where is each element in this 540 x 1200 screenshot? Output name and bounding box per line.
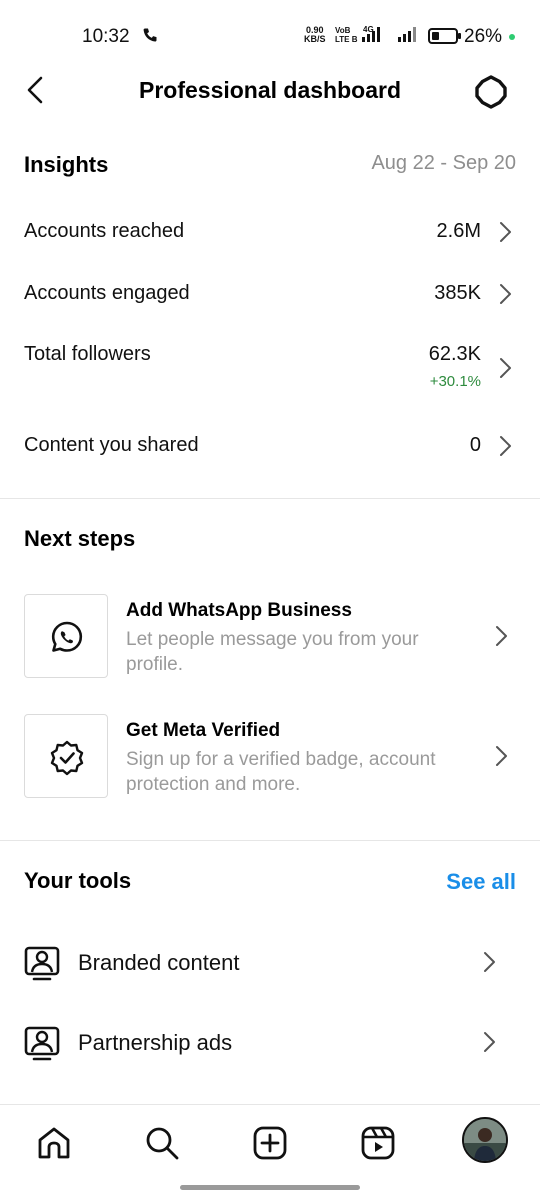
battery-percent: 26% — [464, 26, 503, 47]
section-divider — [0, 498, 540, 499]
chevron-right-icon — [500, 358, 511, 378]
gear-icon — [475, 75, 507, 109]
insights-date-range: Aug 22 - Sep 20 — [371, 152, 516, 174]
metric-value: 0 — [469, 434, 481, 456]
search-icon — [146, 1127, 179, 1160]
metric-label: Accounts reached — [24, 220, 185, 242]
metric-value: 62.3K — [428, 343, 481, 365]
chevron-right-icon — [484, 1032, 495, 1052]
metric-label: Accounts engaged — [24, 282, 190, 304]
app-header: Professional dashboard — [0, 60, 540, 120]
metric-total-followers[interactable]: Total followers 62.3K +30.1% — [0, 341, 540, 413]
metric-label: Total followers — [24, 343, 151, 365]
step-description: Sign up for a verified badge, account pr… — [126, 749, 436, 795]
page-title: Professional dashboard — [138, 77, 401, 103]
metric-accounts-engaged[interactable]: Accounts engaged 385K — [0, 280, 540, 340]
metric-value: 385K — [434, 282, 481, 304]
chevron-right-icon — [500, 436, 511, 456]
next-steps-heading: Next steps — [24, 526, 136, 551]
privacy-indicator-dot — [509, 34, 515, 40]
nav-home[interactable] — [30, 1119, 78, 1167]
nav-create[interactable] — [246, 1119, 294, 1167]
chevron-right-icon — [484, 952, 495, 972]
battery-icon — [428, 28, 462, 49]
next-step-whatsapp-business[interactable]: Add WhatsApp Business Let people message… — [0, 594, 540, 684]
metric-content-shared[interactable]: Content you shared 0 — [0, 432, 540, 492]
home-indicator[interactable] — [180, 1185, 360, 1190]
metric-value: 2.6M — [436, 220, 481, 242]
your-tools-heading: Your tools — [24, 868, 132, 893]
profile-avatar[interactable] — [462, 1117, 508, 1163]
tool-label: Partnership ads — [78, 1030, 233, 1055]
step-title: Get Meta Verified — [126, 720, 281, 741]
verified-badge-icon — [50, 740, 84, 776]
tool-label: Branded content — [78, 950, 240, 975]
step-icon-box — [24, 594, 108, 678]
reels-icon — [361, 1126, 395, 1160]
step-icon-box — [24, 714, 108, 798]
step-title: Add WhatsApp Business — [126, 600, 352, 621]
insights-heading: Insights — [24, 152, 109, 177]
chevron-right-icon — [496, 746, 507, 766]
next-step-meta-verified[interactable]: Get Meta Verified Sign up for a verified… — [0, 714, 540, 804]
profile-photo — [464, 1119, 506, 1161]
partnership-ads-icon — [24, 1026, 60, 1061]
metric-delta: +30.1% — [429, 373, 481, 390]
create-icon — [253, 1126, 287, 1160]
see-all-link[interactable]: See all — [446, 869, 516, 895]
tool-partnership-ads[interactable]: Partnership ads — [0, 1026, 540, 1086]
status-time: 10:32 — [82, 26, 130, 47]
chevron-right-icon — [496, 626, 507, 646]
whatsapp-icon — [51, 621, 83, 652]
metric-label: Content you shared — [24, 434, 199, 456]
settings-button[interactable] — [470, 72, 512, 112]
step-description: Let people message you from your profile… — [126, 629, 419, 675]
nav-search[interactable] — [138, 1119, 186, 1167]
branded-content-icon — [24, 946, 60, 981]
nav-reels[interactable] — [354, 1119, 402, 1167]
metric-accounts-reached[interactable]: Accounts reached 2.6M — [0, 218, 540, 278]
chevron-right-icon — [500, 284, 511, 304]
phone-call-icon — [142, 27, 158, 48]
volte-indicator: VoB LTE B — [335, 26, 358, 44]
tool-branded-content[interactable]: Branded content — [0, 946, 540, 1006]
home-icon — [38, 1127, 70, 1159]
chevron-right-icon — [500, 222, 511, 242]
signal-strength-icon: 4G — [360, 25, 422, 50]
network-speed: 0.90 KB/S — [304, 25, 326, 44]
section-divider — [0, 840, 540, 841]
